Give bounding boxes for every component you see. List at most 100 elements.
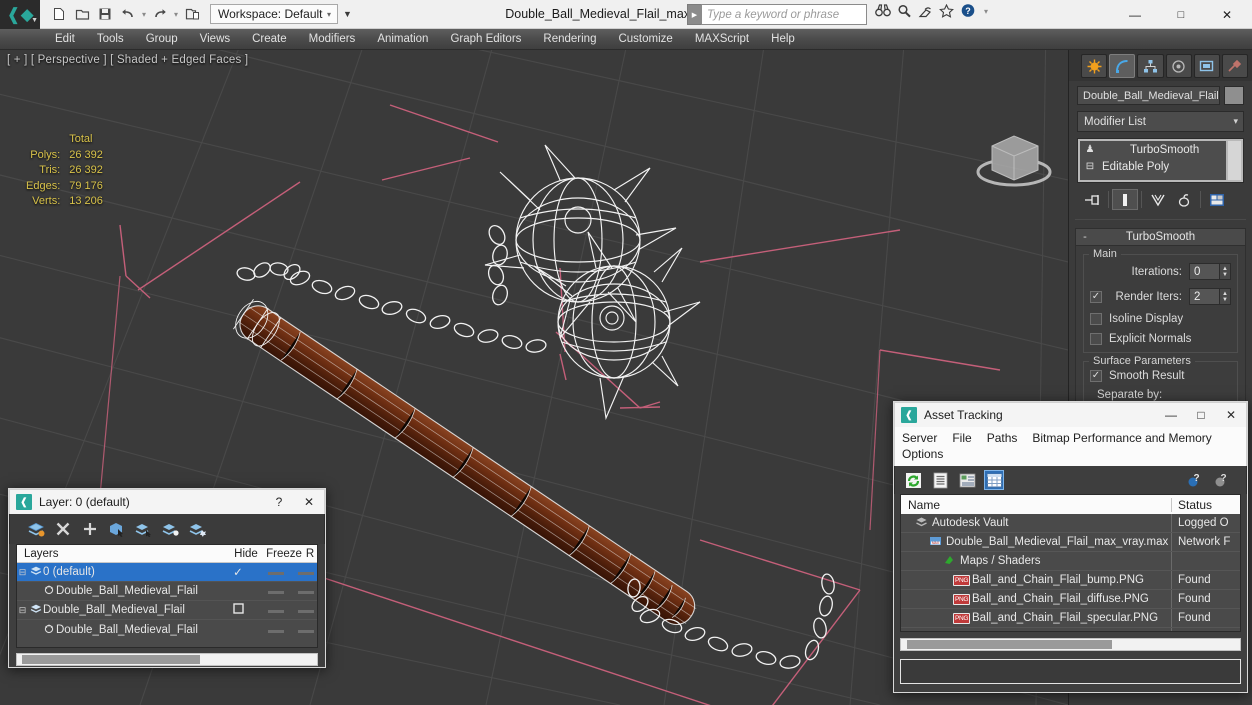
layer-freeze-cell[interactable]	[257, 585, 295, 597]
modifier-stack-scrollbar[interactable]	[1228, 141, 1241, 180]
set-project-folder-button[interactable]	[181, 3, 203, 25]
menu-item-customize[interactable]: Customize	[607, 29, 683, 50]
asset-row-bump-png[interactable]: PNG Ball_and_Chain_Flail_bump.PNG Found	[901, 571, 1240, 590]
asset-close-button[interactable]: ✕	[1216, 408, 1246, 422]
list-view-icon[interactable]	[930, 470, 950, 490]
workspace-dropdown[interactable]: Workspace: Default ▾	[210, 4, 338, 24]
lightbulb-icon[interactable]: ♟	[1084, 144, 1096, 155]
iterations-spinner[interactable]: 0 ▲ ▼	[1189, 263, 1231, 280]
layer-render-cell[interactable]	[295, 604, 317, 616]
asset-dialog-titlebar[interactable]: ❰ Asset Tracking — □ ✕	[894, 402, 1247, 427]
make-unique-icon[interactable]	[1145, 189, 1171, 210]
layer-render-cell[interactable]	[295, 566, 317, 578]
binoculars-icon[interactable]	[875, 4, 891, 19]
satellite-dish-icon[interactable]	[918, 4, 933, 20]
collapse-icon[interactable]: -	[1076, 231, 1094, 243]
asset-row-maps-shaders[interactable]: Maps / Shaders	[901, 552, 1240, 571]
viewport-label[interactable]: [ + ] [ Perspective ] [ Shaded + Edged F…	[7, 54, 248, 66]
menu-item-help[interactable]: Help	[760, 29, 806, 50]
refresh-icon[interactable]	[903, 470, 923, 490]
isoline-display-checkbox[interactable]: ✓	[1090, 313, 1102, 325]
column-hide[interactable]: Hide	[227, 548, 265, 560]
spinner-arrows-icon[interactable]: ▲ ▼	[1219, 264, 1230, 279]
explicit-normals-checkbox[interactable]: ✓	[1090, 333, 1102, 345]
column-name[interactable]: Name	[901, 497, 1172, 512]
help-icon[interactable]: ?	[960, 3, 976, 20]
render-iters-checkbox[interactable]: ✓	[1090, 290, 1102, 303]
open-file-button[interactable]	[71, 3, 93, 25]
object-color-swatch[interactable]	[1223, 86, 1244, 105]
layer-freeze-cell[interactable]	[257, 604, 295, 616]
undo-dropdown-arrow[interactable]: ▾	[140, 10, 148, 19]
asset-minimize-button[interactable]: —	[1156, 408, 1186, 422]
asset-row-empty[interactable]	[901, 628, 1240, 631]
asset-menu-paths[interactable]: Paths	[987, 430, 1027, 446]
layer-freeze-cell[interactable]	[257, 624, 295, 636]
help-icon[interactable]: ?	[1211, 470, 1231, 490]
column-layers[interactable]: Layers	[17, 548, 227, 560]
layer-close-button[interactable]: ✕	[294, 495, 324, 509]
tree-view-icon[interactable]	[957, 470, 977, 490]
column-render[interactable]: R	[303, 548, 317, 560]
select-objects-in-layer-icon[interactable]	[108, 520, 126, 538]
add-selection-to-layer-icon[interactable]	[81, 520, 99, 538]
spinner-arrows-icon[interactable]: ▲ ▼	[1219, 289, 1230, 304]
help-dropdown-arrow[interactable]: ▾	[982, 7, 990, 16]
hide-unhide-layer-icon[interactable]	[189, 520, 207, 538]
menu-item-create[interactable]: Create	[241, 29, 298, 50]
layer-row-default[interactable]: ⊟ 0 (default) ✓	[17, 563, 317, 582]
layer-freeze-cell[interactable]	[257, 566, 295, 578]
create-new-layer-icon[interactable]	[27, 520, 45, 538]
menu-item-group[interactable]: Group	[135, 29, 189, 50]
search-dropdown-icon[interactable]: ▶	[687, 4, 701, 25]
search-input[interactable]: Type a keyword or phrase	[701, 4, 867, 25]
asset-row-vault[interactable]: Autodesk Vault Logged O	[901, 514, 1240, 533]
asset-row-specular-png[interactable]: PNG Ball_and_Chain_Flail_specular.PNG Fo…	[901, 609, 1240, 628]
show-end-result-icon[interactable]	[1112, 189, 1138, 210]
tab-motion[interactable]	[1165, 54, 1192, 78]
scrollbar-thumb[interactable]	[907, 640, 1112, 649]
layer-render-cell[interactable]	[295, 624, 317, 636]
remove-modifier-icon[interactable]	[1171, 189, 1197, 210]
favorites-star-icon[interactable]	[939, 3, 954, 20]
scrollbar-thumb[interactable]	[22, 655, 200, 664]
minimize-button[interactable]: —	[1112, 0, 1158, 29]
rollout-header[interactable]: - TurboSmooth	[1076, 229, 1245, 246]
save-file-button[interactable]	[94, 3, 116, 25]
layer-hide-cell[interactable]	[219, 603, 257, 617]
asset-menu-server[interactable]: Server	[902, 430, 946, 446]
column-status[interactable]: Status	[1172, 498, 1240, 512]
redo-button[interactable]	[149, 3, 171, 25]
isoline-display-row[interactable]: ✓ Isoline Display	[1090, 313, 1231, 325]
smooth-result-row[interactable]: ✓ Smooth Result	[1090, 370, 1231, 382]
table-view-icon[interactable]	[984, 470, 1004, 490]
tab-create[interactable]	[1081, 54, 1108, 78]
menu-item-graph-editors[interactable]: Graph Editors	[439, 29, 532, 50]
new-file-button[interactable]	[48, 3, 70, 25]
menu-item-maxscript[interactable]: MAXScript	[684, 29, 760, 50]
layer-render-cell[interactable]	[295, 585, 317, 597]
menu-item-views[interactable]: Views	[189, 29, 241, 50]
maximize-button[interactable]: □	[1158, 0, 1204, 29]
stack-item-turbosmooth[interactable]: ♟ TurboSmooth	[1080, 141, 1226, 158]
layer-row-object[interactable]: Double_Ball_Medieval_Flail	[17, 582, 317, 601]
asset-row-diffuse-png[interactable]: PNG Ball_and_Chain_Flail_diffuse.PNG Fou…	[901, 590, 1240, 609]
object-name-field[interactable]: Double_Ball_Medieval_Flail	[1077, 86, 1220, 105]
delete-layer-icon[interactable]	[54, 520, 72, 538]
layer-horizontal-scrollbar[interactable]	[16, 653, 318, 666]
layer-hide-cell[interactable]: ✓	[219, 565, 257, 579]
menu-item-tools[interactable]: Tools	[86, 29, 135, 50]
asset-menu-options[interactable]: Options	[902, 446, 952, 462]
expander-icon[interactable]: ⊟	[17, 567, 28, 578]
column-freeze[interactable]: Freeze	[265, 548, 303, 560]
tab-utilities[interactable]	[1221, 54, 1249, 78]
modifier-list-dropdown[interactable]: Modifier List ▾	[1077, 111, 1244, 132]
pin-stack-icon[interactable]	[1079, 189, 1105, 210]
explicit-normals-row[interactable]: ✓ Explicit Normals	[1090, 333, 1231, 345]
asset-menu-bitmap-performance[interactable]: Bitmap Performance and Memory	[1032, 430, 1220, 446]
layer-help-button[interactable]: ?	[264, 495, 294, 509]
smooth-result-checkbox[interactable]: ✓	[1090, 370, 1102, 382]
search-icon[interactable]	[897, 4, 912, 20]
tab-display[interactable]	[1193, 54, 1220, 78]
workspace-expand-icon[interactable]: ▼	[343, 9, 352, 19]
